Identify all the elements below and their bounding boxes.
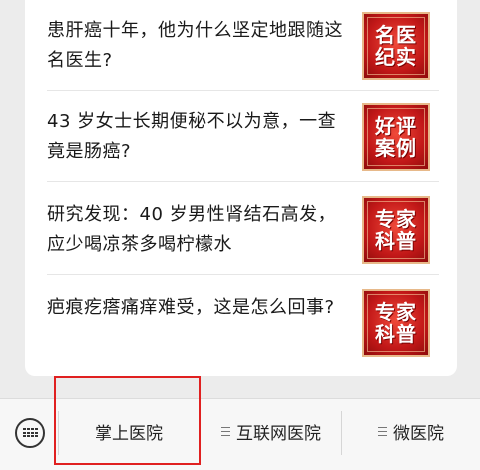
article-item[interactable]: 43 岁女士长期便秘不以为意，一查竟是肠癌? 好评 案例 — [47, 91, 439, 182]
menu-icon — [378, 427, 387, 437]
tab-internet-hospital[interactable]: 互联网医院 — [201, 399, 341, 470]
article-thumbnail[interactable]: 专家 科普 — [362, 196, 430, 264]
thumbnail-caption-line2: 科普 — [375, 229, 417, 253]
thumbnail-caption: 好评 案例 — [364, 115, 428, 159]
thumbnail-caption-line2: 纪实 — [375, 45, 417, 69]
thumbnail-caption: 专家 科普 — [364, 208, 428, 252]
thumbnail-caption-line2: 案例 — [375, 136, 417, 160]
thumbnail-caption-line2: 科普 — [375, 322, 417, 346]
tab-label: 微医院 — [393, 424, 444, 444]
tab-label: 掌上医院 — [95, 424, 163, 444]
thumbnail-caption-line1: 专家 — [375, 300, 417, 324]
article-list-card: 患肝癌十年，他为什么坚定地跟随这名医生? 名医 纪实 43 岁女士长期便秘不以为… — [25, 0, 457, 376]
thumbnail-caption-line1: 好评 — [375, 114, 417, 138]
tab-label: 互联网医院 — [236, 424, 321, 444]
article-item[interactable]: 患肝癌十年，他为什么坚定地跟随这名医生? 名医 纪实 — [47, 0, 439, 91]
article-title[interactable]: 患肝癌十年，他为什么坚定地跟随这名医生? — [47, 16, 347, 76]
article-title[interactable]: 疤痕疙瘩痛痒难受，这是怎么回事? — [47, 293, 347, 323]
menu-icon — [221, 427, 230, 437]
article-item[interactable]: 研究发现：40 岁男性肾结石高发，应少喝凉茶多喝柠檬水 专家 科普 — [47, 184, 439, 275]
tab-palm-hospital[interactable]: 掌上医院 — [59, 399, 199, 470]
keyboard-keys — [23, 428, 38, 438]
thumbnail-caption: 专家 科普 — [364, 301, 428, 345]
bottom-menu-bar: 掌上医院 互联网医院 微医院 — [0, 398, 480, 470]
article-thumbnail[interactable]: 名医 纪实 — [362, 12, 430, 80]
thumbnail-caption-line1: 名医 — [375, 23, 417, 47]
tab-micro-hospital[interactable]: 微医院 — [342, 399, 480, 470]
article-title[interactable]: 研究发现：40 岁男性肾结石高发，应少喝凉茶多喝柠檬水 — [47, 200, 347, 260]
thumbnail-caption: 名医 纪实 — [364, 24, 428, 68]
article-item[interactable]: 疤痕疙瘩痛痒难受，这是怎么回事? 专家 科普 — [47, 277, 439, 367]
article-thumbnail[interactable]: 专家 科普 — [362, 289, 430, 357]
article-thumbnail[interactable]: 好评 案例 — [362, 103, 430, 171]
article-title[interactable]: 43 岁女士长期便秘不以为意，一查竟是肠癌? — [47, 107, 347, 167]
thumbnail-caption-line1: 专家 — [375, 207, 417, 231]
keyboard-icon[interactable] — [15, 418, 45, 448]
